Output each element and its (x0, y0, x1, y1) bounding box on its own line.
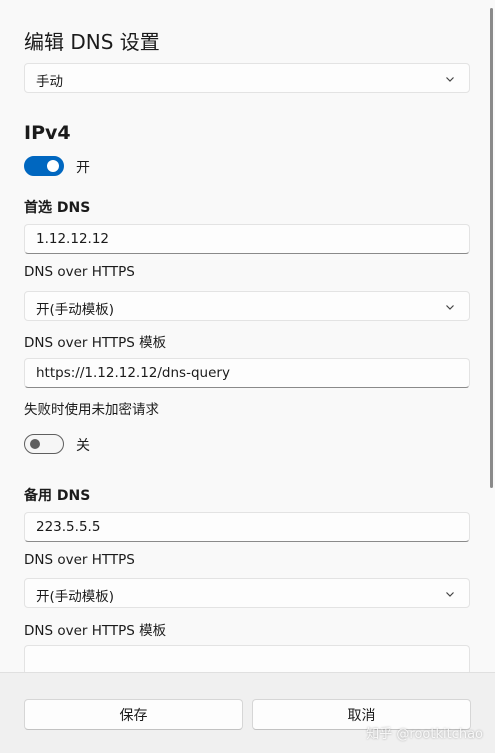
preferred-template-label: DNS over HTTPS 模板 (24, 335, 167, 351)
chevron-down-icon (446, 305, 454, 310)
watermark: 知乎 @rootkitchao (366, 727, 483, 742)
alternate-dns-label: 备用 DNS (24, 488, 91, 504)
alternate-doh-value: 开(手动模板) (36, 589, 115, 605)
preferred-dns-value: 1.12.12.12 (36, 231, 109, 247)
fallback-label: 失败时使用未加密请求 (24, 402, 159, 418)
dialog-title: 编辑 DNS 设置 (24, 30, 160, 54)
chevron-down-icon (446, 77, 454, 82)
save-button[interactable]: 保存 (24, 699, 243, 730)
dialog-footer: 保存 取消 知乎 @rootkitchao (0, 672, 495, 753)
mode-dropdown-value: 手动 (36, 74, 63, 90)
alternate-doh-dropdown[interactable]: 开(手动模板) (24, 578, 470, 608)
preferred-template-input[interactable]: https://1.12.12.12/dns-query (24, 358, 470, 388)
fallback-toggle[interactable] (24, 434, 64, 454)
ipv4-heading: IPv4 (24, 122, 71, 144)
toggle-knob (47, 160, 59, 172)
fallback-toggle-label: 关 (76, 438, 90, 454)
alternate-doh-label: DNS over HTTPS (24, 552, 135, 568)
preferred-dns-input[interactable]: 1.12.12.12 (24, 224, 470, 254)
dialog-content[interactable]: 编辑 DNS 设置 手动 IPv4 开 首选 DNS 1.12.12.12 DN… (0, 0, 495, 672)
ipv4-toggle[interactable] (24, 156, 64, 176)
alternate-template-label: DNS over HTTPS 模板 (24, 623, 167, 639)
preferred-doh-label: DNS over HTTPS (24, 264, 135, 280)
mode-dropdown[interactable]: 手动 (24, 63, 470, 93)
alternate-template-input[interactable] (24, 645, 470, 672)
alternate-dns-value: 223.5.5.5 (36, 519, 101, 535)
preferred-doh-dropdown[interactable]: 开(手动模板) (24, 291, 470, 321)
chevron-down-icon (446, 592, 454, 597)
preferred-template-value: https://1.12.12.12/dns-query (36, 365, 230, 381)
preferred-dns-label: 首选 DNS (24, 200, 91, 216)
ipv4-toggle-label: 开 (76, 160, 90, 176)
vertical-scrollbar[interactable] (490, 8, 493, 488)
preferred-doh-value: 开(手动模板) (36, 302, 115, 318)
toggle-knob (30, 439, 40, 449)
alternate-dns-input[interactable]: 223.5.5.5 (24, 512, 470, 542)
